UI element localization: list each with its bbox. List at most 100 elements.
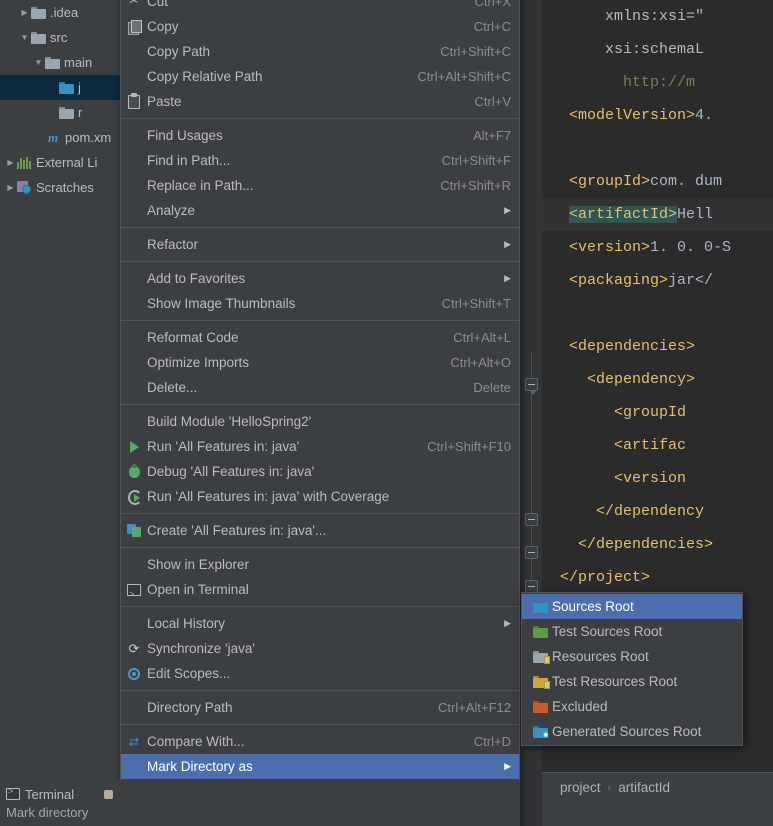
- menu-item-replace-in-path[interactable]: Replace in Path... Ctrl+Shift+R: [121, 173, 519, 198]
- menu-item-copy-relative-path[interactable]: Copy Relative Path Ctrl+Alt+Shift+C: [121, 64, 519, 89]
- folder-icon: [45, 56, 60, 69]
- tree-item-pom-xm[interactable]: m pom.xm: [0, 125, 120, 150]
- menu-item-icon-slot: [121, 484, 147, 509]
- submenu-item-excluded[interactable]: Excluded: [522, 694, 742, 719]
- submenu-arrow-icon: ▶: [504, 273, 511, 283]
- menu-item-compare-with[interactable]: ⇄ Compare With... Ctrl+D: [121, 729, 519, 754]
- code-token: </dependency: [596, 503, 705, 520]
- submenu-item-resources-root[interactable]: Resources Root: [522, 644, 742, 669]
- menu-item-synchronize-java[interactable]: ⟳ Synchronize 'java': [121, 636, 519, 661]
- menu-item-optimize-imports[interactable]: Optimize Imports Ctrl+Alt+O: [121, 350, 519, 375]
- submenu-item-test-sources-root[interactable]: Test Sources Root: [522, 619, 742, 644]
- tree-item-external-li[interactable]: ▶ External Li: [0, 150, 120, 175]
- submenu-item-sources-root[interactable]: Sources Root: [522, 594, 742, 619]
- menu-item-icon-slot: ✂: [121, 0, 147, 14]
- code-token: com. dum: [650, 173, 723, 190]
- menu-item-label: Edit Scopes...: [147, 666, 231, 681]
- menu-item-delete[interactable]: Delete... Delete: [121, 375, 519, 400]
- breadcrumb[interactable]: project › artifactId: [542, 772, 773, 802]
- coverage-icon: [127, 490, 142, 505]
- code-line: <version>1. 0. 0-S: [542, 231, 773, 264]
- chevron-right-icon[interactable]: ▶: [4, 175, 17, 200]
- menu-item-find-usages[interactable]: Find Usages Alt+F7: [121, 123, 519, 148]
- menu-separator: [121, 118, 519, 119]
- menu-item-create-all-features-in-java[interactable]: Create 'All Features in: java'...: [121, 518, 519, 543]
- menu-item-label: Find in Path...: [147, 153, 231, 168]
- menu-item-label: Run 'All Features in: java': [147, 439, 300, 454]
- breadcrumb-root[interactable]: project: [560, 780, 601, 795]
- menu-item-directory-path[interactable]: Directory Path Ctrl+Alt+F12: [121, 695, 519, 720]
- tree-item-main[interactable]: ▼ main: [0, 50, 120, 75]
- menu-item-label: Cut: [147, 0, 169, 9]
- mark-directory-as-submenu[interactable]: Sources Root Test Sources Root Resources R…: [521, 592, 743, 746]
- tree-item-r[interactable]: r: [0, 100, 120, 125]
- code-token: xmlns:xsi=": [605, 8, 705, 25]
- debug-icon: [128, 463, 140, 478]
- menu-item-paste[interactable]: Paste Ctrl+V: [121, 89, 519, 114]
- fold-marker[interactable]: [525, 513, 538, 526]
- status-bar: Terminal Mark directory: [0, 780, 520, 826]
- folder-icon: [31, 6, 46, 19]
- menu-item-build-module-hellospring2[interactable]: Build Module 'HelloSpring2': [121, 409, 519, 434]
- submenu-item-label: Generated Sources Root: [552, 724, 702, 739]
- submenu-item-generated-sources-root[interactable]: ✷ Generated Sources Root: [522, 719, 742, 744]
- menu-item-copy[interactable]: Copy Ctrl+C: [121, 14, 519, 39]
- menu-item-label: Refactor: [147, 237, 199, 252]
- tree-item-src[interactable]: ▼ src: [0, 25, 120, 50]
- fold-marker[interactable]: [525, 378, 538, 395]
- submenu-item-test-resources-root[interactable]: Test Resources Root: [522, 669, 742, 694]
- menu-item-icon-slot: [121, 14, 147, 39]
- terminal-tool-button[interactable]: Terminal: [6, 784, 74, 804]
- code-token: </project>: [560, 569, 651, 586]
- tree-item-idea[interactable]: ▶ .idea: [0, 0, 120, 25]
- menu-item-find-in-path[interactable]: Find in Path... Ctrl+Shift+F: [121, 148, 519, 173]
- menu-item-shortcut: Ctrl+Shift+F: [441, 153, 511, 168]
- menu-item-run-all-features-in-java-with-coverage[interactable]: Run 'All Features in: java' with Coverag…: [121, 484, 519, 509]
- menu-item-debug-all-features-in-java[interactable]: Debug 'All Features in: java': [121, 459, 519, 484]
- menu-separator: [121, 261, 519, 262]
- maven-tool-nub[interactable]: [104, 790, 113, 799]
- menu-item-reformat-code[interactable]: Reformat Code Ctrl+Alt+L: [121, 325, 519, 350]
- code-line: http://m: [542, 66, 773, 99]
- menu-item-refactor[interactable]: Refactor ▶: [121, 232, 519, 257]
- menu-item-copy-path[interactable]: Copy Path Ctrl+Shift+C: [121, 39, 519, 64]
- menu-item-icon-slot: [121, 434, 147, 459]
- menu-item-mark-directory-as[interactable]: Mark Directory as ▶: [121, 754, 519, 779]
- chevron-right-icon[interactable]: ▶: [18, 0, 31, 25]
- menu-item-icon-slot: [121, 39, 147, 64]
- menu-item-icon-slot: ⇄: [121, 729, 147, 754]
- menu-item-label: Delete...: [147, 380, 198, 395]
- menu-item-open-in-terminal[interactable]: Open in Terminal: [121, 577, 519, 607]
- code-line: <dependencies>: [542, 330, 773, 363]
- menu-item-shortcut: Ctrl+X: [474, 0, 511, 9]
- menu-item-cut[interactable]: ✂ Cut Ctrl+X: [121, 0, 519, 14]
- menu-item-analyze[interactable]: Analyze ▶: [121, 198, 519, 223]
- menu-item-show-image-thumbnails[interactable]: Show Image Thumbnails Ctrl+Shift+T: [121, 291, 519, 316]
- fold-marker[interactable]: [525, 546, 538, 559]
- code-token: <dependency>: [587, 371, 696, 388]
- menu-item-label: Copy: [147, 19, 179, 34]
- menu-item-add-to-favorites[interactable]: Add to Favorites ▶: [121, 266, 519, 291]
- menu-item-icon-slot: [121, 611, 147, 636]
- menu-item-label: Synchronize 'java': [147, 641, 255, 656]
- chevron-right-icon[interactable]: ▶: [4, 150, 17, 175]
- breadcrumb-leaf[interactable]: artifactId: [618, 780, 670, 795]
- context-menu[interactable]: ✂ Cut Ctrl+X Copy Ctrl+C Copy Path Ctrl+Shift+…: [120, 0, 520, 826]
- submenu-arrow-icon: ▶: [504, 761, 511, 771]
- chevron-down-icon[interactable]: ▼: [18, 25, 31, 50]
- chevron-down-icon[interactable]: ▼: [32, 50, 45, 75]
- menu-item-run-all-features-in-java[interactable]: Run 'All Features in: java' Ctrl+Shift+F1…: [121, 434, 519, 459]
- menu-item-shortcut: Ctrl+Shift+R: [440, 178, 511, 193]
- submenu-arrow-icon: ▶: [504, 618, 511, 628]
- menu-item-label: Add to Favorites: [147, 271, 246, 286]
- menu-item-edit-scopes[interactable]: Edit Scopes...: [121, 661, 519, 686]
- menu-item-show-in-explorer[interactable]: Show in Explorer: [121, 552, 519, 577]
- menu-item-local-history[interactable]: Local History ▶: [121, 611, 519, 636]
- code-line: <packaging>jar</: [542, 264, 773, 297]
- tree-item-scratches[interactable]: ▶ Scratches: [0, 175, 120, 200]
- tree-item-label: r: [78, 105, 83, 120]
- terminal-label: Terminal: [25, 786, 75, 802]
- tree-item-j[interactable]: j: [0, 75, 120, 100]
- project-tree-panel[interactable]: ▶ .idea ▼ src ▼ main j r m pom.xm ▶ External Li ▶ Scr…: [0, 0, 120, 826]
